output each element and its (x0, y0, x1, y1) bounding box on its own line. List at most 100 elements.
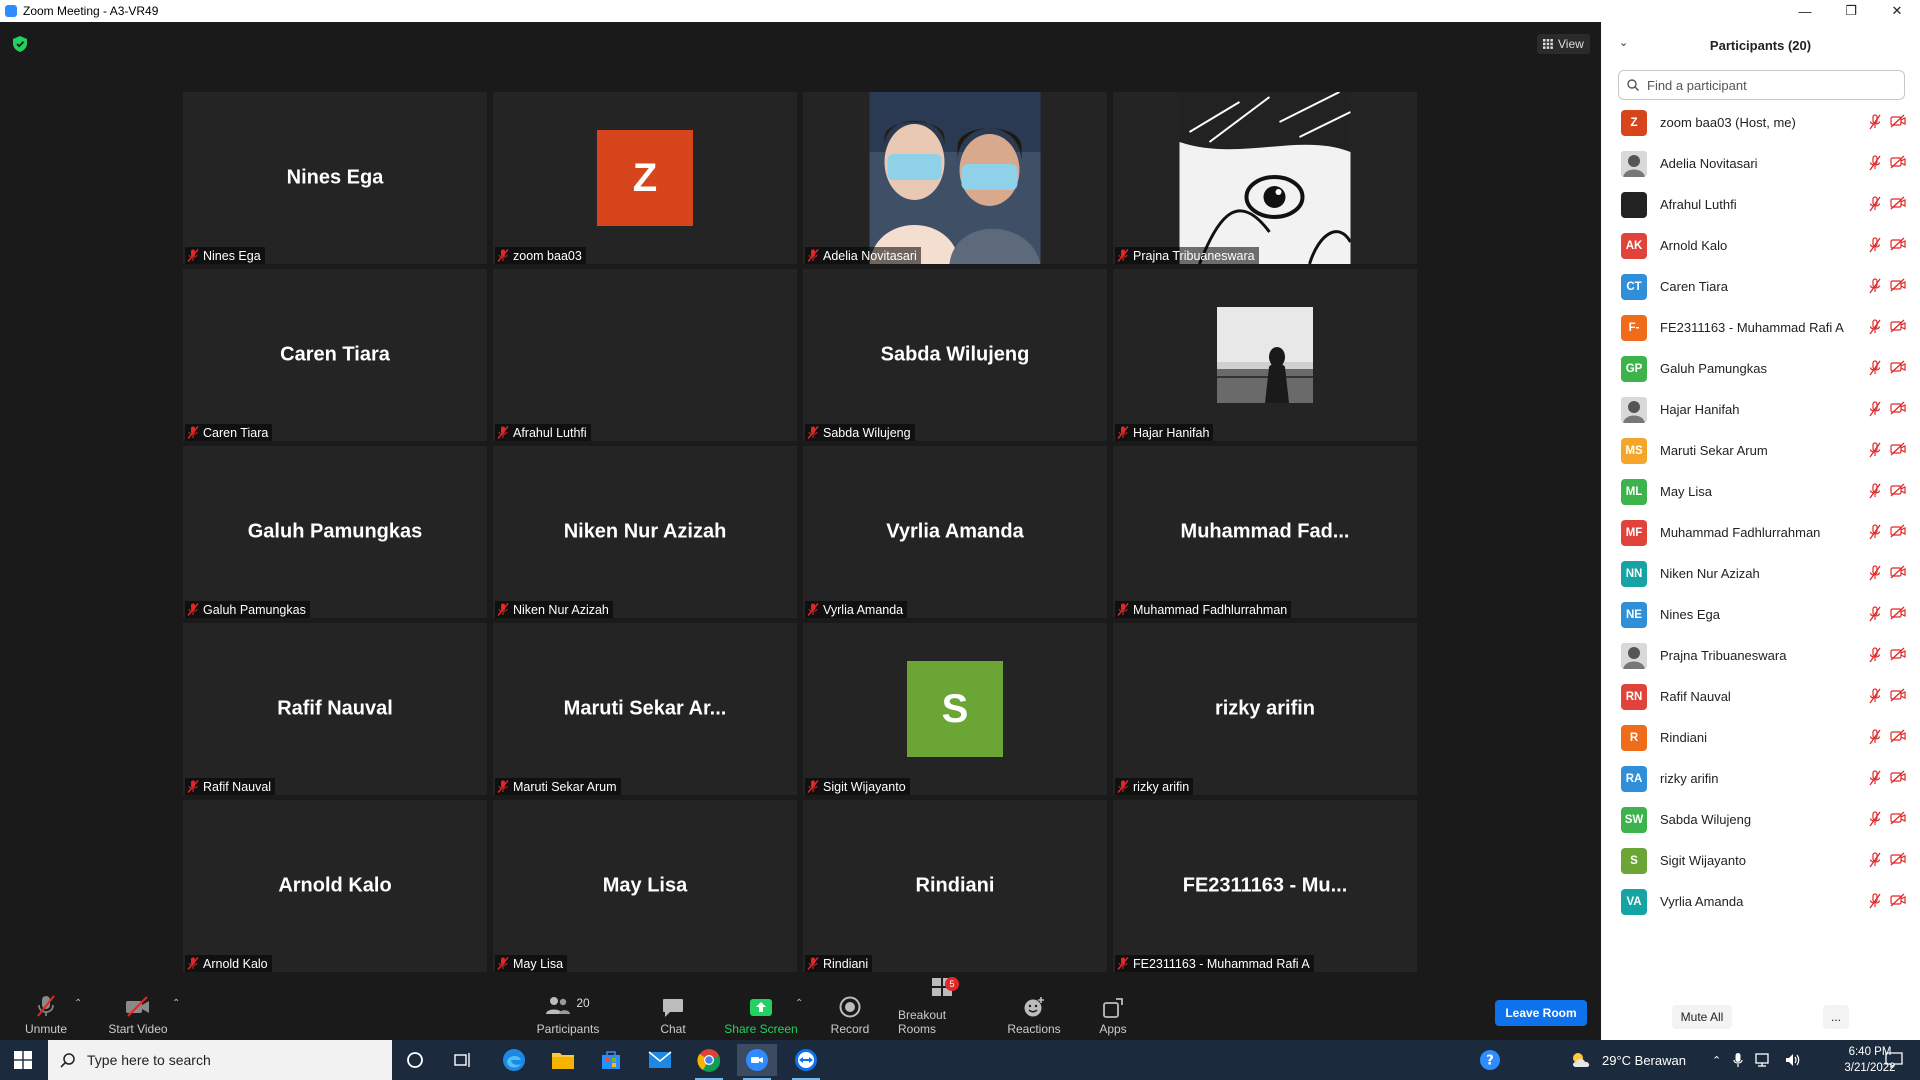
mail-icon[interactable] (640, 1044, 680, 1076)
video-tile[interactable]: Rindiani Rindiani (803, 800, 1107, 972)
mic-muted-icon[interactable] (1869, 852, 1881, 868)
mic-muted-icon[interactable] (1869, 483, 1881, 499)
video-off-icon[interactable] (1890, 565, 1906, 579)
video-tile[interactable]: rizky arifin rizky arifin (1113, 623, 1417, 795)
participant-row[interactable]: NN Niken Nur Azizah (1601, 553, 1920, 594)
participant-row[interactable]: Hajar Hanifah (1601, 389, 1920, 430)
video-off-icon[interactable] (1890, 893, 1906, 907)
video-tile[interactable]: Rafif Nauval Rafif Nauval (183, 623, 487, 795)
video-tile[interactable]: Sabda Wilujeng Sabda Wilujeng (803, 269, 1107, 441)
participant-row[interactable]: MS Maruti Sekar Arum (1601, 430, 1920, 471)
participant-row[interactable]: Afrahul Luthfi (1601, 184, 1920, 225)
video-off-icon[interactable] (1890, 688, 1906, 702)
mic-muted-icon[interactable] (1869, 770, 1881, 786)
mic-muted-icon[interactable] (1869, 688, 1881, 704)
microsoft-store-icon[interactable] (591, 1044, 631, 1076)
video-off-icon[interactable] (1890, 770, 1906, 784)
video-off-icon[interactable] (1890, 401, 1906, 415)
video-tile[interactable]: Prajna Tribuaneswara (1113, 92, 1417, 264)
mic-muted-icon[interactable] (1869, 565, 1881, 581)
video-options-caret[interactable]: ⌃ (172, 998, 180, 1009)
participant-row[interactable]: MF Muhammad Fadhlurrahman (1601, 512, 1920, 553)
video-tile[interactable]: Caren Tiara Caren Tiara (183, 269, 487, 441)
share-screen-button[interactable]: Share Screen (724, 990, 798, 1040)
video-off-icon[interactable] (1890, 442, 1906, 456)
participant-row[interactable]: ML May Lisa (1601, 471, 1920, 512)
network-icon[interactable] (1755, 1053, 1773, 1067)
video-tile[interactable]: Hajar Hanifah (1113, 269, 1417, 441)
video-off-icon[interactable] (1890, 524, 1906, 538)
mic-muted-icon[interactable] (1869, 319, 1881, 335)
audio-options-caret[interactable]: ⌃ (74, 998, 82, 1009)
video-off-icon[interactable] (1890, 647, 1906, 661)
video-tile[interactable]: Afrahul Luthfi (493, 269, 797, 441)
mic-muted-icon[interactable] (1869, 729, 1881, 745)
start-video-button[interactable]: Start Video (106, 990, 170, 1040)
video-off-icon[interactable] (1890, 811, 1906, 825)
share-options-caret[interactable]: ⌃ (795, 998, 803, 1009)
collapse-chevron-icon[interactable]: ⌄ (1619, 36, 1628, 49)
video-off-icon[interactable] (1890, 483, 1906, 497)
participant-row[interactable]: RN Rafif Nauval (1601, 676, 1920, 717)
video-off-icon[interactable] (1890, 729, 1906, 743)
video-off-icon[interactable] (1890, 237, 1906, 251)
mic-muted-icon[interactable] (1869, 237, 1881, 253)
unmute-button[interactable]: Unmute (18, 990, 74, 1040)
mic-muted-icon[interactable] (1869, 114, 1881, 130)
video-tile[interactable]: Adelia Novitasari (803, 92, 1107, 264)
participant-row[interactable]: Prajna Tribuaneswara (1601, 635, 1920, 676)
video-tile[interactable]: Arnold Kalo Arnold Kalo (183, 800, 487, 972)
video-tile[interactable]: S Sigit Wijayanto (803, 623, 1107, 795)
video-tile[interactable]: Zzoom baa03 (493, 92, 797, 264)
help-icon[interactable]: ? (1470, 1044, 1510, 1076)
edge-browser-icon[interactable] (494, 1044, 534, 1076)
volume-icon[interactable] (1785, 1053, 1801, 1067)
mic-muted-icon[interactable] (1869, 360, 1881, 376)
file-explorer-icon[interactable] (543, 1044, 583, 1076)
mic-muted-icon[interactable] (1869, 442, 1881, 458)
mic-muted-icon[interactable] (1869, 278, 1881, 294)
participant-row[interactable]: CT Caren Tiara (1601, 266, 1920, 307)
participant-row[interactable]: R Rindiani (1601, 717, 1920, 758)
video-tile[interactable]: Niken Nur Azizah Niken Nur Azizah (493, 446, 797, 618)
mic-muted-icon[interactable] (1869, 606, 1881, 622)
windows-start-icon[interactable] (14, 1051, 32, 1069)
participant-row[interactable]: SW Sabda Wilujeng (1601, 799, 1920, 840)
mic-muted-icon[interactable] (1869, 155, 1881, 171)
participant-row[interactable]: S Sigit Wijayanto (1601, 840, 1920, 881)
task-view-icon[interactable] (443, 1044, 483, 1076)
video-off-icon[interactable] (1890, 360, 1906, 374)
close-button[interactable]: ✕ (1874, 0, 1920, 22)
participant-search-box[interactable] (1618, 70, 1905, 100)
cortana-icon[interactable] (395, 1044, 435, 1076)
record-button[interactable]: Record (828, 990, 872, 1040)
mic-muted-icon[interactable] (1869, 401, 1881, 417)
mic-muted-icon[interactable] (1869, 893, 1881, 909)
video-off-icon[interactable] (1890, 114, 1906, 128)
apps-button[interactable]: Apps (1098, 990, 1128, 1040)
video-tile[interactable]: FE2311163 - Mu... FE2311163 - Muhammad Ra… (1113, 800, 1417, 972)
leave-room-button[interactable]: Leave Room (1495, 1000, 1587, 1026)
participant-row[interactable]: F- FE2311163 - Muhammad Rafi A (1601, 307, 1920, 348)
video-tile[interactable]: Vyrlia Amanda Vyrlia Amanda (803, 446, 1107, 618)
video-off-icon[interactable] (1890, 196, 1906, 210)
video-tile[interactable]: Muhammad Fad... Muhammad Fadhlurrahman (1113, 446, 1417, 618)
video-off-icon[interactable] (1890, 319, 1906, 333)
mic-muted-icon[interactable] (1869, 524, 1881, 540)
minimize-button[interactable]: — (1782, 0, 1828, 22)
participant-row[interactable]: RA rizky arifin (1601, 758, 1920, 799)
more-options-button[interactable]: ... (1823, 1005, 1849, 1029)
breakout-rooms-button[interactable]: 5 Breakout Rooms (898, 977, 986, 1040)
participant-row[interactable]: AK Arnold Kalo (1601, 225, 1920, 266)
mic-muted-icon[interactable] (1869, 196, 1881, 212)
participants-button[interactable]: 20 Participants (535, 990, 601, 1040)
encryption-shield-icon[interactable] (13, 36, 27, 52)
notifications-icon[interactable] (1874, 1044, 1914, 1076)
video-off-icon[interactable] (1890, 852, 1906, 866)
video-off-icon[interactable] (1890, 606, 1906, 620)
mute-all-button[interactable]: Mute All (1672, 1005, 1732, 1029)
reactions-button[interactable]: Reactions (1006, 990, 1062, 1040)
video-tile[interactable]: May Lisa May Lisa (493, 800, 797, 972)
video-off-icon[interactable] (1890, 278, 1906, 292)
view-button[interactable]: View (1537, 34, 1590, 54)
